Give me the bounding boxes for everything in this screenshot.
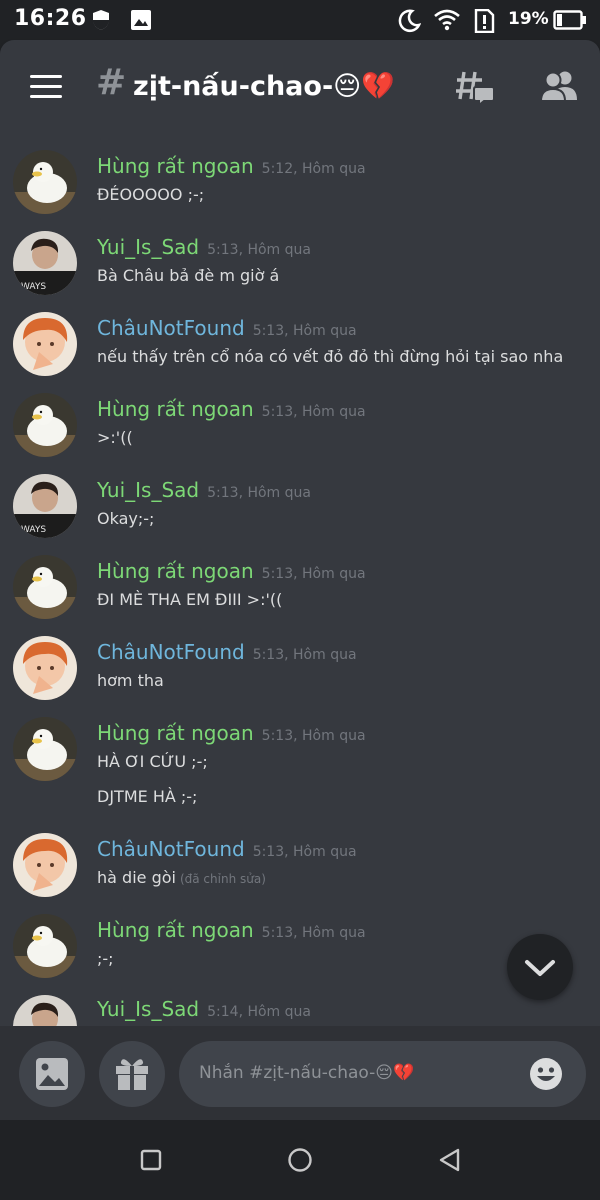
- edited-label: (đã chỉnh sửa): [179, 872, 266, 886]
- message-content: ĐI MÈ THA EM ĐIII >:'((: [97, 590, 283, 609]
- message-timestamp: 5:13, Hôm qua: [261, 566, 366, 582]
- message-author[interactable]: ChâuNotFound 5:13, Hôm qua: [97, 640, 357, 664]
- avatar-chau[interactable]: [13, 312, 77, 376]
- message-content: hơm tha: [97, 671, 164, 690]
- avatar-duck[interactable]: [13, 555, 77, 619]
- avatar-duck[interactable]: [13, 914, 77, 978]
- back-icon[interactable]: [437, 1147, 463, 1173]
- message-author[interactable]: Yui_Is_Sad 5:13, Hôm qua: [97, 235, 311, 259]
- shield-icon: [93, 10, 109, 30]
- message-author[interactable]: Yui_Is_Sad 5:13, Hôm qua: [97, 478, 311, 502]
- avatar-yui[interactable]: [13, 995, 77, 1026]
- message-composer: Nhắn #zịt-nấu-chao-😔💔: [0, 1026, 600, 1120]
- battery-percent: 19%: [508, 9, 549, 29]
- sim-alert-icon: [474, 9, 495, 33]
- members-icon[interactable]: [541, 70, 577, 102]
- message-author[interactable]: Hùng rất ngoan 5:13, Hôm qua: [97, 397, 366, 421]
- avatar-duck[interactable]: [13, 393, 77, 457]
- gift-icon: [116, 1059, 148, 1090]
- message-content: ĐÉOOOOO ;-;: [97, 185, 205, 204]
- image-icon: [36, 1058, 68, 1090]
- chevron-down-icon: [525, 960, 555, 976]
- home-icon[interactable]: [287, 1147, 313, 1173]
- attach-image-button[interactable]: [19, 1041, 85, 1107]
- message-content: HÀ ƠI CỨU ;-;: [97, 752, 208, 771]
- channel-header: # zịt-nấu-chao-😔💔: [0, 40, 600, 134]
- message-content: hà die gòi (đã chỉnh sửa): [97, 868, 266, 887]
- message-input-placeholder: Nhắn #zịt-nấu-chao-😔💔: [199, 1063, 415, 1083]
- message-author[interactable]: Hùng rất ngoan 5:13, Hôm qua: [97, 559, 366, 583]
- message-timestamp: 5:13, Hôm qua: [252, 844, 357, 860]
- message-timestamp: 5:13, Hôm qua: [252, 323, 357, 339]
- message-author[interactable]: Hùng rất ngoan 5:13, Hôm qua: [97, 918, 366, 942]
- avatar-duck[interactable]: [13, 150, 77, 214]
- recents-icon[interactable]: [139, 1148, 163, 1172]
- avatar-yui[interactable]: WAYS: [13, 474, 77, 538]
- message-content: Bà Châu bả đè m giờ á: [97, 266, 280, 285]
- svg-text:WAYS: WAYS: [21, 525, 46, 535]
- message-timestamp: 5:12, Hôm qua: [261, 161, 366, 177]
- status-bar: 16:26 19%: [0, 0, 600, 40]
- message-content: DJTME HÀ ;-;: [97, 787, 198, 806]
- message-list[interactable]: Hùng rất ngoan 5:12, Hôm qua ĐÉOOOOO ;-; …: [0, 134, 600, 1026]
- message-content: nếu thấy trên cổ nóa có vết đỏ đỏ thì đừ…: [97, 347, 564, 366]
- message-author[interactable]: Hùng rất ngoan 5:13, Hôm qua: [97, 721, 366, 745]
- message-timestamp: 5:14, Hôm qua: [207, 1004, 311, 1020]
- avatar-yui[interactable]: WAYS: [13, 231, 77, 295]
- message-author[interactable]: ChâuNotFound 5:13, Hôm qua: [97, 837, 357, 861]
- message-content: ;-;: [97, 949, 114, 968]
- status-time: 16:26: [14, 6, 87, 31]
- emoji-icon[interactable]: [529, 1057, 563, 1091]
- scroll-to-bottom-button[interactable]: [507, 934, 573, 1000]
- message-timestamp: 5:13, Hôm qua: [252, 647, 357, 663]
- message-input[interactable]: Nhắn #zịt-nấu-chao-😔💔: [179, 1041, 586, 1107]
- channel-hash-icon: #: [96, 62, 127, 103]
- message-timestamp: 5:13, Hôm qua: [261, 728, 366, 744]
- message-content: >:'((: [97, 428, 133, 447]
- message-timestamp: 5:13, Hôm qua: [261, 404, 366, 420]
- hamburger-icon[interactable]: [30, 75, 62, 99]
- android-nav-bar: [0, 1120, 600, 1200]
- avatar-chau[interactable]: [13, 636, 77, 700]
- avatar-chau[interactable]: [13, 833, 77, 897]
- message-timestamp: 5:13, Hôm qua: [207, 242, 311, 258]
- dnd-moon-icon: [398, 9, 421, 32]
- message-author[interactable]: ChâuNotFound 5:13, Hôm qua: [97, 316, 357, 340]
- battery-icon: [553, 10, 586, 30]
- channel-title: zịt-nấu-chao-😔💔: [133, 71, 395, 102]
- wifi-icon: [434, 9, 460, 31]
- message-timestamp: 5:13, Hôm qua: [207, 485, 311, 501]
- message-content: Okay;-;: [97, 509, 155, 528]
- message-author[interactable]: Hùng rất ngoan 5:12, Hôm qua: [97, 154, 366, 178]
- threads-icon[interactable]: [455, 69, 495, 107]
- svg-text:WAYS: WAYS: [21, 282, 46, 292]
- gift-button[interactable]: [99, 1041, 165, 1107]
- message-author[interactable]: Yui_Is_Sad 5:14, Hôm qua: [97, 997, 311, 1021]
- avatar-duck[interactable]: [13, 717, 77, 781]
- image-notification-icon: [131, 10, 151, 30]
- message-timestamp: 5:13, Hôm qua: [261, 925, 366, 941]
